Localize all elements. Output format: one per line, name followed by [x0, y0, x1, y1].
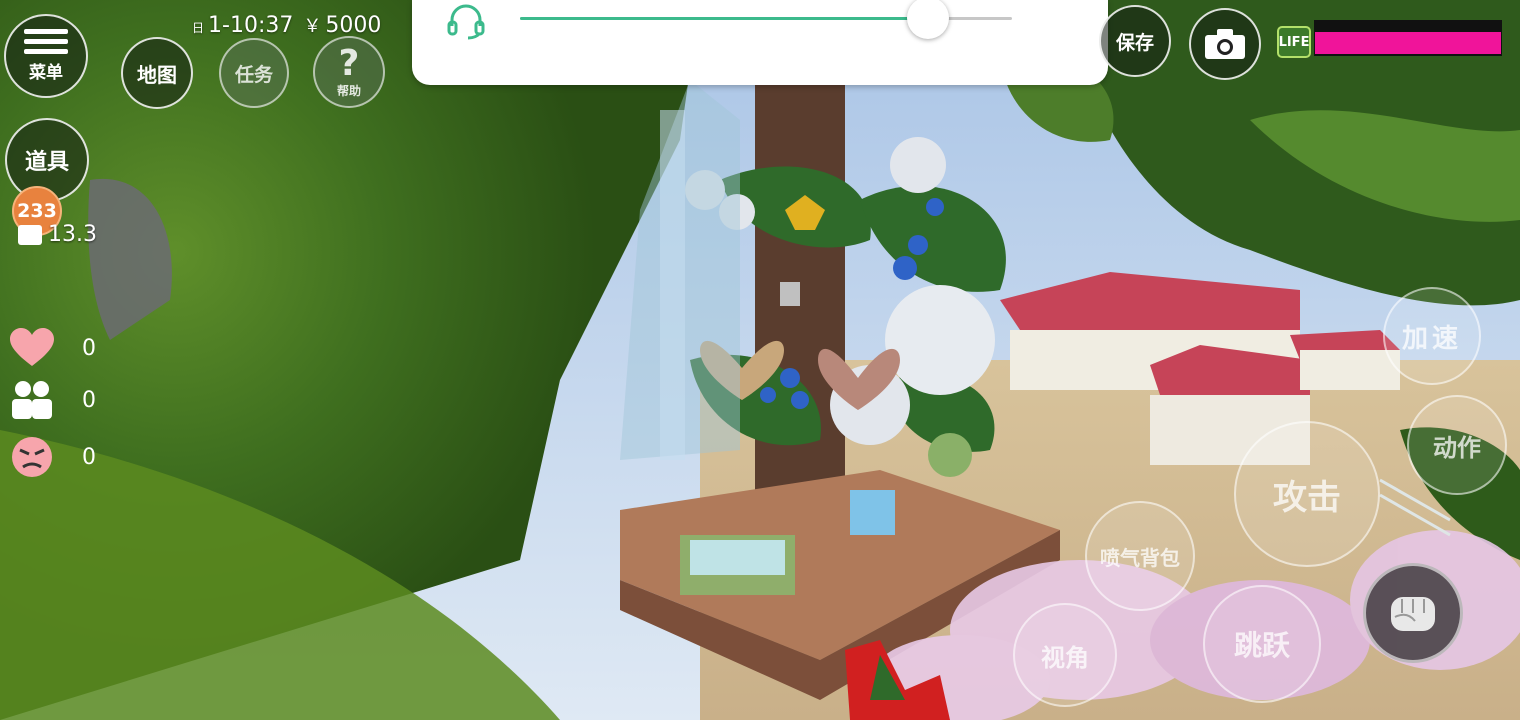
map-button[interactable]: 地图	[121, 37, 193, 109]
clock-text: 1-10:37	[208, 13, 294, 38]
motion-button[interactable]: 动作	[1407, 395, 1507, 495]
jump-label: 跳跃	[1233, 629, 1290, 662]
volume-slider[interactable]	[520, 0, 1012, 39]
life-bar	[1314, 20, 1502, 56]
angry-face-icon	[12, 437, 52, 477]
anger-value: 0	[82, 444, 96, 470]
motion-label: 动作	[1433, 433, 1481, 462]
menu-label: 菜单	[29, 63, 63, 83]
currency-icon: ￥	[303, 16, 322, 37]
heart-icon	[10, 328, 54, 366]
date-icon: 日	[192, 21, 205, 35]
save-button[interactable]: 保存	[1099, 5, 1171, 77]
hamburger-icon	[24, 29, 68, 54]
level-number: 233	[17, 200, 57, 222]
items-label: 道具	[24, 150, 69, 175]
help-button[interactable]: ? 帮助	[313, 36, 385, 108]
stat-row-love: 0	[10, 328, 96, 368]
jump-button[interactable]: 跳跃	[1203, 585, 1321, 703]
fist-icon	[1391, 597, 1435, 631]
friends-icon	[12, 381, 52, 419]
life-bar-fill	[1315, 32, 1501, 54]
map-label: 地图	[137, 62, 177, 87]
life-label-box: LIFE	[1277, 26, 1311, 58]
level-value: 13.3	[18, 222, 97, 247]
menu-button[interactable]: 菜单	[4, 14, 88, 98]
jetpack-button[interactable]: 喷气背包	[1085, 501, 1195, 611]
money-text: 5000	[325, 13, 382, 38]
task-label: 任务	[234, 63, 273, 86]
book-icon	[18, 224, 42, 245]
view-button[interactable]: 视角	[1013, 603, 1117, 707]
volume-slider-fill	[520, 17, 929, 20]
stat-row-friends: 0	[10, 380, 96, 420]
attack-button[interactable]: 攻击	[1234, 421, 1380, 567]
love-value: 0	[82, 335, 96, 361]
camera-button[interactable]	[1189, 8, 1261, 80]
headset-icon	[447, 4, 485, 40]
punch-button[interactable]	[1363, 563, 1463, 663]
speed-label: 加速	[1401, 323, 1462, 354]
view-label: 视角	[1041, 643, 1089, 672]
clock-money-readout: 日 1-10:37 ￥ 5000	[192, 12, 381, 38]
level-value-text: 13.3	[48, 222, 97, 247]
volume-panel	[412, 0, 1108, 85]
stat-row-anger: 0	[10, 436, 96, 478]
jetpack-label: 喷气背包	[1100, 545, 1180, 570]
speed-button[interactable]: 加速	[1383, 287, 1481, 385]
question-mark-icon: ?	[338, 42, 360, 84]
friends-value: 0	[82, 387, 96, 413]
save-label: 保存	[1115, 31, 1154, 54]
life-label: LIFE	[1278, 34, 1310, 50]
task-button[interactable]: 任务	[219, 38, 289, 108]
volume-slider-handle[interactable]	[907, 0, 950, 39]
camera-icon	[1205, 29, 1245, 59]
help-label: 帮助	[336, 83, 361, 98]
chair	[850, 490, 895, 535]
attack-label: 攻击	[1273, 477, 1341, 518]
